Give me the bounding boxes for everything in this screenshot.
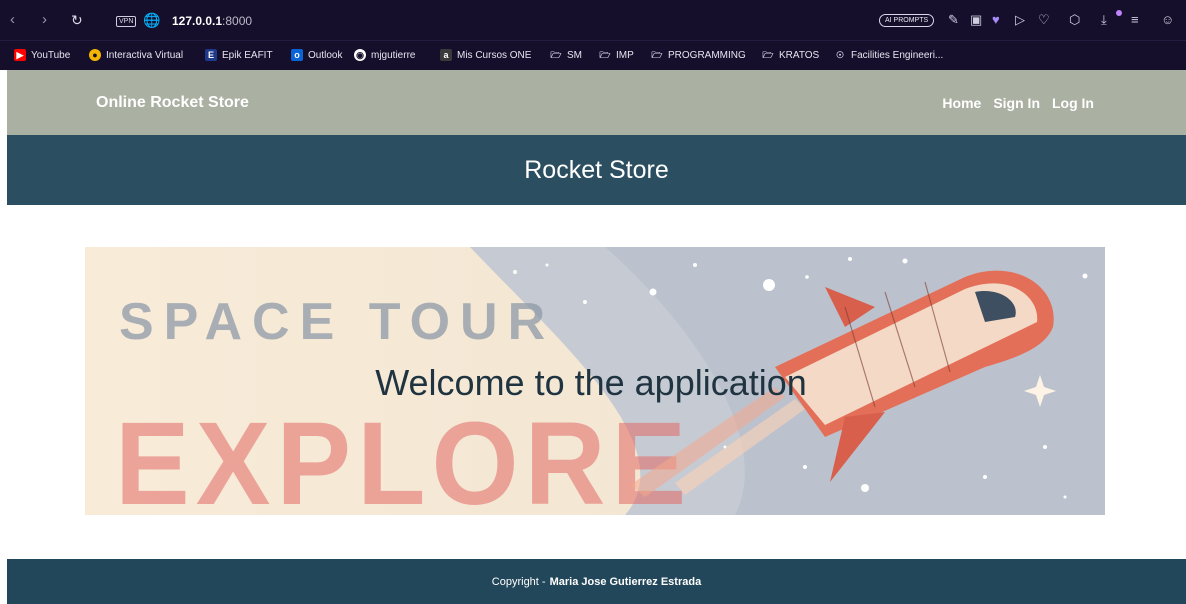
browser-toolbar: ‹ › ↻ VPN 🌐 127.0.0.1:8000 AI PROMPTS ✎ … bbox=[0, 0, 1186, 40]
folder-icon: 🗁 bbox=[651, 50, 663, 60]
page-footer: Copyright - Maria Jose Gutierrez Estrada bbox=[7, 559, 1186, 604]
welcome-heading: Welcome to the application bbox=[375, 362, 807, 403]
page-title: Rocket Store bbox=[524, 155, 669, 184]
reload-icon[interactable]: ↻ bbox=[71, 13, 83, 27]
bookmark-outlook[interactable]: o Outlook bbox=[291, 49, 342, 61]
browser-chrome: ‹ › ↻ VPN 🌐 127.0.0.1:8000 AI PROMPTS ✎ … bbox=[0, 0, 1186, 70]
bookmark-facilities[interactable]: ☉ Facilities Engineeri... bbox=[834, 49, 943, 61]
edit-icon[interactable]: ✎ bbox=[948, 12, 959, 28]
bookmark-youtube[interactable]: ▶ YouTube bbox=[14, 49, 70, 61]
download-icon[interactable]: ⤓ bbox=[1101, 12, 1107, 28]
bookmark-label: Mis Cursos ONE bbox=[457, 49, 532, 61]
bookmark-label: Interactiva Virtual bbox=[106, 49, 184, 61]
bookmark-interactiva[interactable]: ● Interactiva Virtual bbox=[89, 49, 183, 61]
folder-icon: 🗁 bbox=[550, 50, 562, 60]
page-header: Rocket Store bbox=[7, 135, 1186, 205]
bookmark-folder-sm[interactable]: 🗁 SM bbox=[550, 49, 582, 61]
outlook-icon: o bbox=[291, 49, 303, 61]
bookmark-folder-programming[interactable]: 🗁 PROGRAMMING bbox=[651, 49, 746, 61]
bookmark-label: Facilities Engineeri... bbox=[851, 49, 944, 61]
copyright-prefix: Copyright - bbox=[491, 575, 546, 588]
vpn-badge[interactable]: VPN bbox=[116, 16, 137, 27]
url-host: 127.0.0.1 bbox=[172, 14, 223, 28]
heart-icon[interactable]: ♡ bbox=[1038, 12, 1050, 28]
forward-icon[interactable]: › bbox=[42, 12, 47, 27]
copyright-author: Maria Jose Gutierrez Estrada bbox=[549, 575, 702, 588]
shield-icon[interactable]: ♥ bbox=[992, 12, 1000, 27]
ai-prompts-button[interactable]: AI PROMPTS bbox=[879, 14, 935, 27]
brand-link[interactable]: Online Rocket Store bbox=[96, 94, 249, 112]
nav-log-in-link[interactable]: Log In bbox=[1052, 95, 1094, 111]
send-icon[interactable]: ▷ bbox=[1015, 12, 1025, 28]
site-info-icon[interactable]: 🌐 bbox=[143, 12, 160, 29]
one-icon: a bbox=[440, 49, 452, 61]
nav-sign-in-link[interactable]: Sign In bbox=[993, 95, 1040, 111]
settings-sliders-icon[interactable]: ≡ bbox=[1131, 12, 1139, 27]
welcome-overlay: Welcome to the application bbox=[85, 247, 1105, 515]
bookmark-label: mjgutierre bbox=[371, 49, 416, 61]
bookmark-github[interactable]: ◉ mjgutierre bbox=[354, 49, 415, 61]
address-bar[interactable]: 127.0.0.1:8000 bbox=[172, 14, 252, 28]
bookmark-label: Outlook bbox=[308, 49, 343, 61]
folder-icon: 🗁 bbox=[599, 50, 611, 60]
epik-icon: E bbox=[205, 49, 217, 61]
youtube-icon: ▶ bbox=[14, 49, 26, 61]
mercedes-icon: ☉ bbox=[835, 50, 845, 60]
bookmark-label: SM bbox=[567, 49, 582, 61]
bookmark-label: YouTube bbox=[31, 49, 71, 61]
bookmark-label: IMP bbox=[616, 49, 634, 61]
top-navbar: Online Rocket Store Home Sign In Log In bbox=[7, 70, 1186, 135]
bookmark-label: PROGRAMMING bbox=[668, 49, 746, 61]
bookmarks-bar: ▶ YouTube ● Interactiva Virtual E Epik EAFI… bbox=[0, 40, 1186, 71]
bookmark-folder-kratos[interactable]: 🗁 KRATOS bbox=[762, 49, 819, 61]
bookmark-epik[interactable]: E Epik EAFIT bbox=[205, 49, 273, 61]
bookmark-mis-cursos[interactable]: a Mis Cursos ONE bbox=[440, 49, 531, 61]
notification-dot bbox=[1116, 10, 1122, 16]
screenshot-icon[interactable]: ▣ bbox=[970, 12, 982, 28]
profile-icon[interactable]: ☺ bbox=[1161, 12, 1174, 27]
hero-banner: SPACE TOUR EXPLORE Welcome to the applic… bbox=[85, 247, 1105, 515]
interactiva-icon: ● bbox=[89, 49, 101, 61]
github-icon: ◉ bbox=[354, 49, 366, 61]
nav-home-link[interactable]: Home bbox=[942, 95, 981, 111]
bookmark-label: KRATOS bbox=[779, 49, 820, 61]
url-port: :8000 bbox=[222, 14, 253, 28]
cube-icon[interactable]: ⬡ bbox=[1069, 12, 1080, 28]
back-icon[interactable]: ‹ bbox=[10, 12, 15, 27]
nav-links: Home Sign In Log In bbox=[942, 95, 1094, 111]
bookmark-label: Epik EAFIT bbox=[222, 49, 273, 61]
bookmark-folder-imp[interactable]: 🗁 IMP bbox=[599, 49, 634, 61]
folder-icon: 🗁 bbox=[762, 50, 774, 60]
